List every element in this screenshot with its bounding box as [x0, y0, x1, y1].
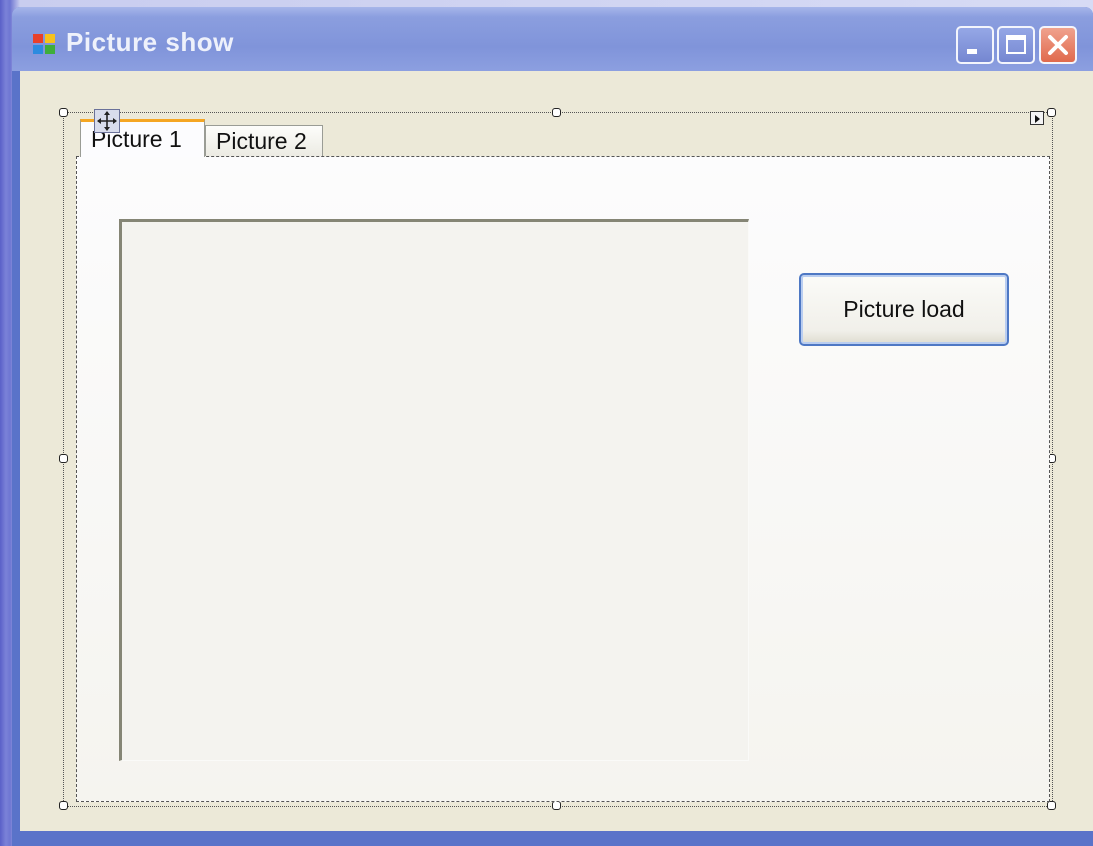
tab-picture-2[interactable]: Picture 2	[205, 125, 323, 156]
close-button[interactable]	[1039, 26, 1077, 64]
minimize-icon	[967, 49, 977, 54]
resize-handle-bottom-left[interactable]	[59, 801, 68, 810]
resize-handle-bottom-right[interactable]	[1047, 801, 1056, 810]
window-bottom-border	[20, 831, 1093, 846]
smart-tag-button[interactable]	[1030, 111, 1044, 125]
picture-box	[119, 219, 749, 761]
title-bar[interactable]: Picture show	[12, 7, 1093, 71]
tab-page-picture-1: Picture load	[76, 156, 1050, 802]
resize-handle-top-center[interactable]	[552, 108, 561, 117]
tab-label: Picture 2	[216, 128, 307, 154]
smart-tag-arrow-icon	[1035, 115, 1040, 123]
window-title: Picture show	[66, 27, 234, 57]
maximize-button[interactable]	[997, 26, 1035, 64]
form-app-icon	[33, 34, 55, 54]
maximize-icon	[1006, 35, 1026, 54]
resize-handle-middle-left[interactable]	[59, 454, 68, 463]
minimize-button[interactable]	[956, 26, 994, 64]
form-client-area: Picture 1 Picture 2 Picture load	[20, 71, 1093, 831]
move-handle[interactable]	[94, 109, 120, 133]
picture-load-label: Picture load	[843, 296, 965, 322]
resize-handle-top-left[interactable]	[59, 108, 68, 117]
picture-load-button[interactable]: Picture load	[799, 273, 1009, 346]
move-cross-icon	[97, 111, 117, 131]
resize-handle-top-right[interactable]	[1047, 108, 1056, 117]
app-window: Picture show Picture 1 Picture 2 Picture…	[12, 7, 1093, 846]
close-icon	[1048, 35, 1068, 55]
resize-handle-bottom-center[interactable]	[552, 801, 561, 810]
